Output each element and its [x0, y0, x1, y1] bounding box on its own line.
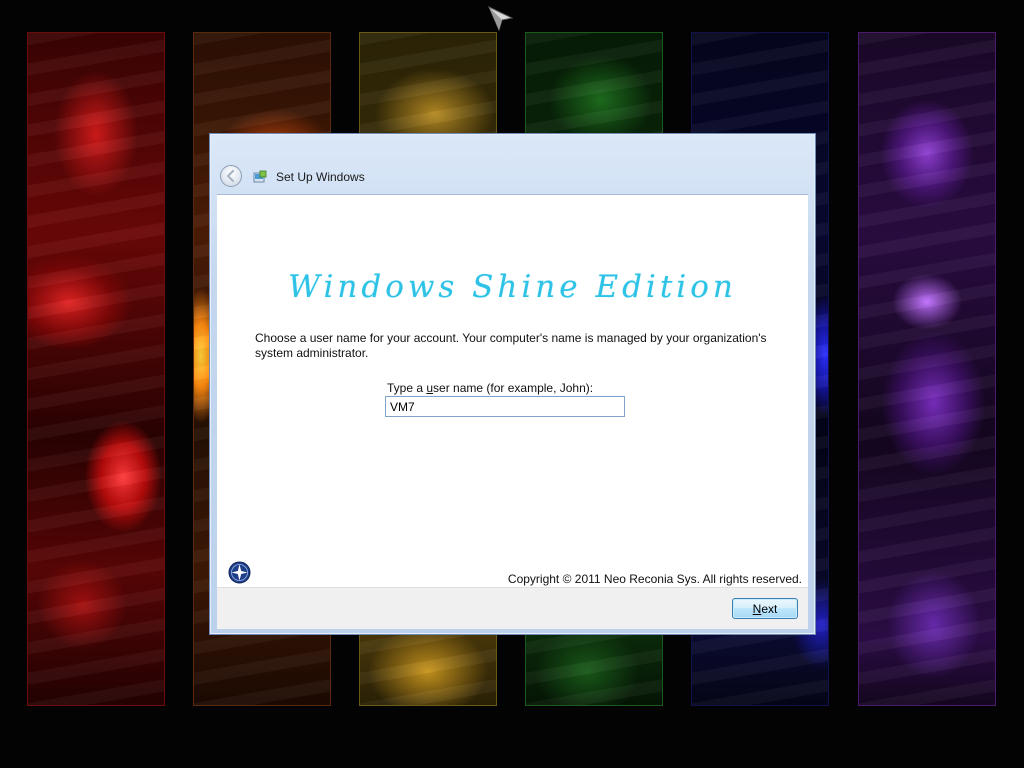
username-input[interactable]	[385, 396, 625, 417]
desktop-background: Set Up Windows Windows Shine Edition Cho…	[0, 0, 1024, 768]
title-bar: Set Up Windows	[210, 134, 815, 194]
edition-heading: Windows Shine Edition	[288, 269, 737, 305]
instructions-text: Choose a user name for your account. You…	[255, 331, 767, 360]
content-area: Windows Shine Edition Choose a user name…	[217, 194, 808, 588]
next-button[interactable]: Next	[732, 598, 798, 619]
dialog-footer: Next	[217, 587, 808, 629]
mouse-pointer-icon	[488, 6, 514, 32]
copyright-text: Copyright © 2011 Neo Reconia Sys. All ri…	[507, 572, 802, 586]
wallpaper-panel-purple	[858, 32, 996, 706]
back-arrow-icon	[226, 169, 235, 183]
compass-logo-icon	[228, 561, 251, 584]
next-label-rest: ext	[761, 601, 778, 616]
window-title: Set Up Windows	[276, 170, 365, 184]
username-label-pre: Type a	[387, 381, 427, 395]
setup-windows-icon	[253, 170, 267, 183]
wallpaper-panel-red	[27, 32, 165, 706]
setup-dialog: Set Up Windows Windows Shine Edition Cho…	[209, 133, 816, 635]
username-label-post: ser name (for example, John):	[433, 381, 594, 395]
back-button[interactable]	[220, 165, 242, 187]
username-label: Type a user name (for example, John):	[387, 381, 593, 395]
